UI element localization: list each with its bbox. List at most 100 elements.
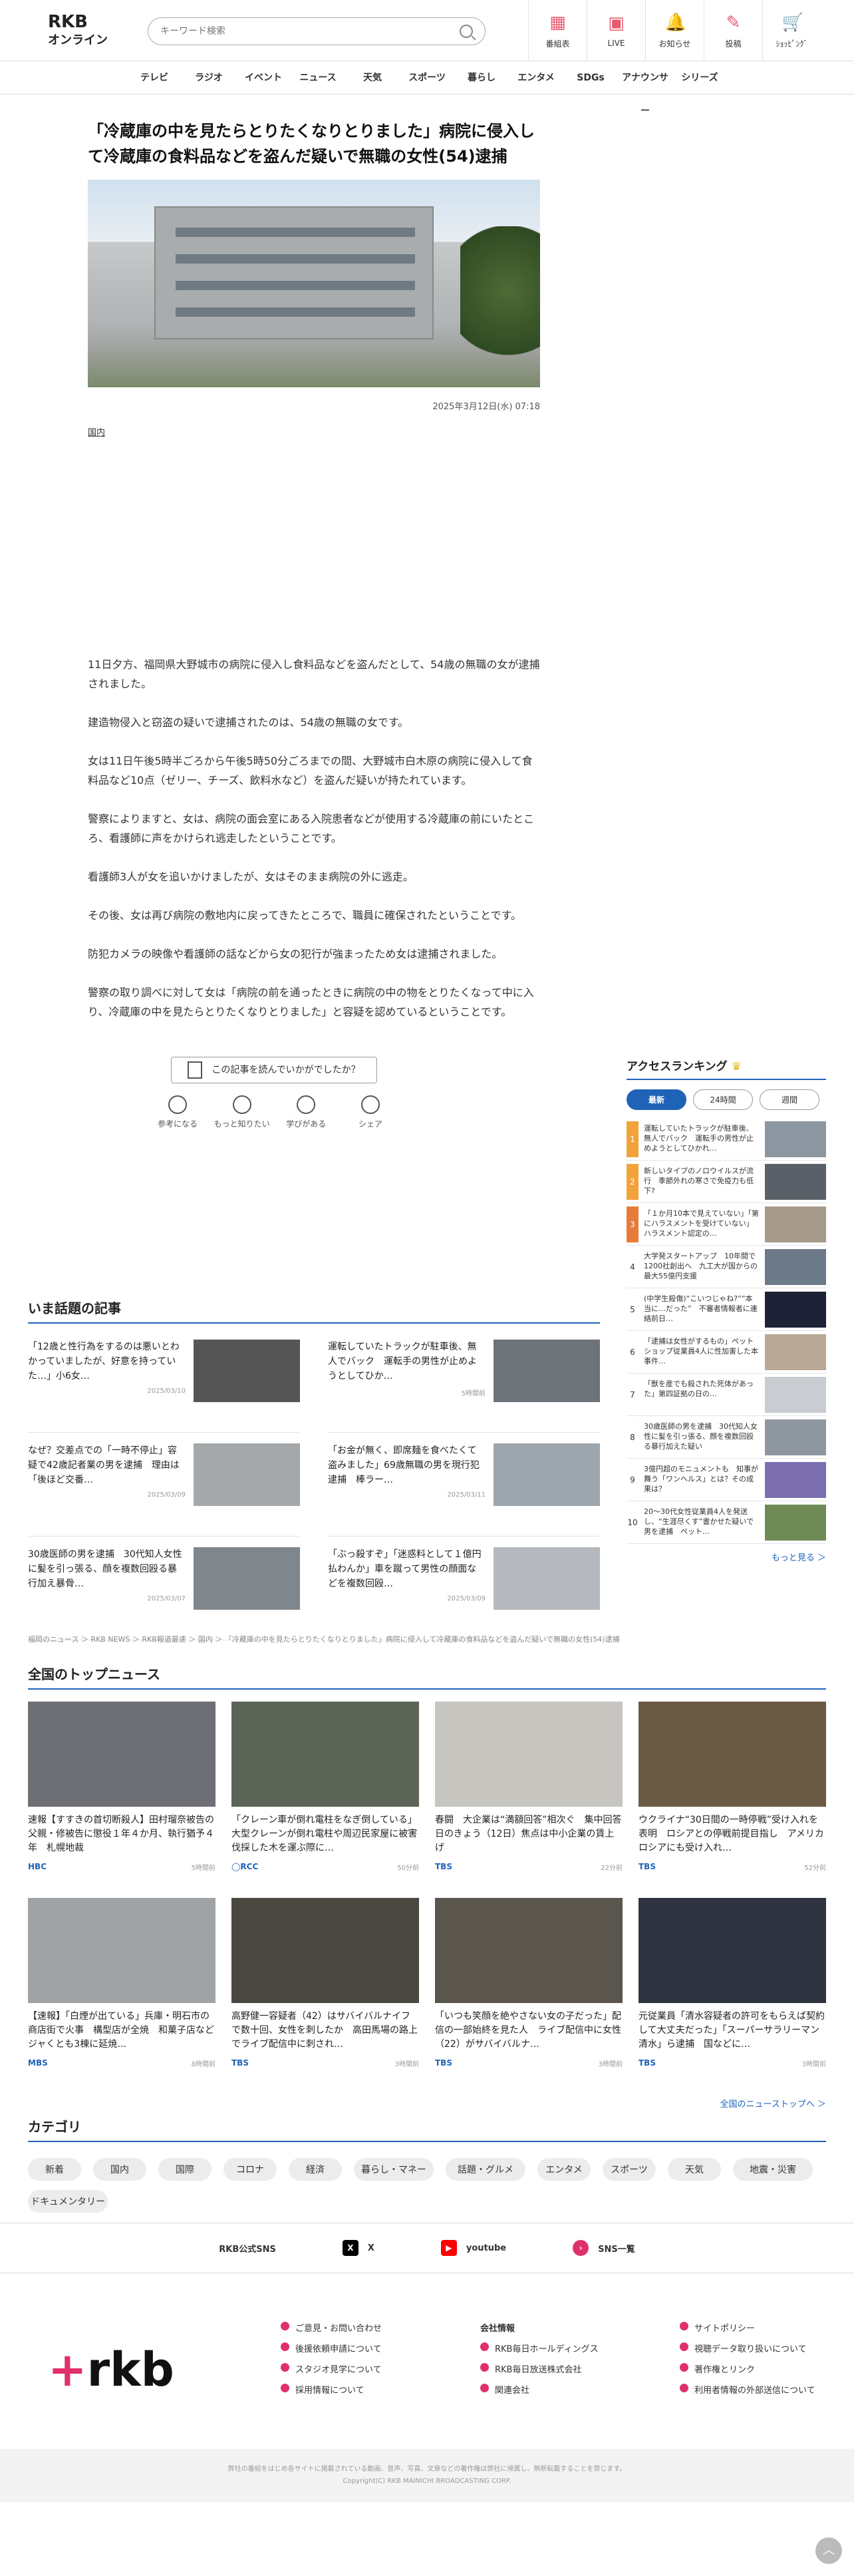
back-to-top-button[interactable]: ︿ bbox=[815, 2537, 842, 2564]
tab-24h[interactable]: 24時間 bbox=[693, 1089, 753, 1110]
tab-latest[interactable]: 最新 bbox=[627, 1089, 686, 1110]
reaction-know-more-button[interactable]: もっと知りたい bbox=[212, 1095, 272, 1129]
list-item[interactable]: 5 (中学生殺傷)“こいつじゃね?”“本当に…だった” 不審者情報者に連絡前日… bbox=[627, 1288, 826, 1331]
footer-link[interactable]: 関連会社 bbox=[480, 2383, 653, 2396]
list-item[interactable]: 8 30歳医師の男を逮捕 30代知人女性に髪を引っ張る、顔を複数回殴る暴行加えた疑… bbox=[627, 1416, 826, 1459]
sns-list-link[interactable]: › SNS一覧 bbox=[573, 2240, 635, 2256]
list-item[interactable]: 10 20～30代女性従業員4人を発送し、“生涯尽くす”書かせた疑いで男を逮捕 ペ… bbox=[627, 1501, 826, 1544]
news-age: 8時間前 bbox=[191, 2061, 215, 2068]
list-item[interactable]: 9 3億円超のモニュメントも 知事が舞う「ワンヘルス」とは？その成果は？ bbox=[627, 1459, 826, 1501]
reaction-helpful-button[interactable]: 参考になる bbox=[148, 1095, 208, 1129]
nav-series[interactable]: シリーズ bbox=[672, 61, 727, 94]
nav-event[interactable]: イベント bbox=[236, 61, 291, 94]
footer-link[interactable]: 利用者情報の外部送信について bbox=[680, 2383, 853, 2396]
header-post[interactable]: ✎ 投稿 bbox=[704, 0, 762, 61]
nav-tv[interactable]: テレビ bbox=[127, 61, 182, 94]
share-button[interactable]: シェア bbox=[341, 1095, 400, 1129]
news-card[interactable]: 【速報】「白煙が出ている」兵庫・明石市の商店街で火事 構型店が全焼 和菓子店など… bbox=[28, 1898, 215, 2088]
header-shopping[interactable]: 🛒 ｼｮｯﾋﾟﾝｸﾞ bbox=[762, 0, 821, 61]
category-chip[interactable]: コロナ bbox=[223, 2158, 277, 2181]
categories: カテゴリ 新着 国内 国際 コロナ 経済 暮らし・マネー 話題・グルメ エンタメ スポーツ 天気地… bbox=[28, 2116, 826, 2213]
news-card[interactable]: ウクライナ“30日間の一時停戦”受け入れを表明 ロシアとの停戦前提目指し アメリ… bbox=[639, 1702, 826, 1891]
article-paragraph: 防犯カメラの映像や看護師の話などから女の犯行が強まったため女は逮捕されました。 bbox=[88, 948, 503, 960]
category-chip[interactable]: 話題・グルメ bbox=[446, 2158, 525, 2181]
nav-weather[interactable]: 天気 bbox=[345, 61, 400, 94]
list-item[interactable]: 7 「獣を産でも殺された死体があった」第四証拠の日の… bbox=[627, 1374, 826, 1416]
category-chip[interactable]: 天気 bbox=[668, 2158, 721, 2181]
list-item[interactable]: 2 新しいタイプのノロウイルスが流行 季節外れの寒さで免疫力も低下? bbox=[627, 1161, 826, 1203]
footer-link[interactable]: スタジオ見学について bbox=[281, 2362, 454, 2375]
news-card[interactable]: 高野健一容疑者（42）はサバイバルナイフで数十回、女性を刺したか 高田馬場の路上… bbox=[231, 1898, 419, 2088]
nav-sdgs[interactable]: SDGs bbox=[563, 61, 618, 94]
tab-weekly[interactable]: 週間 bbox=[760, 1089, 819, 1110]
news-source: ◯RCC bbox=[231, 1862, 259, 1871]
search-input[interactable] bbox=[160, 26, 460, 37]
sns-x-link[interactable]: XX bbox=[342, 2240, 374, 2256]
news-card[interactable]: 元従業員「清水容疑者の許可をもらえば契約して大丈夫だった」「スーパーサラリーマン… bbox=[639, 1898, 826, 2088]
list-item[interactable]: 1 運転していたトラックが駐車後、無人でバック 運転手の男性が止めようとしてひかれ… bbox=[627, 1118, 826, 1161]
reaction-learned-button[interactable]: 学びがある bbox=[276, 1095, 336, 1129]
category-chip[interactable]: 国内 bbox=[93, 2158, 146, 2181]
list-item[interactable]: 「ぶっ殺すぞ」「迷惑料として１億円払わんか」車を蹴って男性の顔面などを複数回殴…… bbox=[328, 1537, 600, 1640]
category-chip[interactable]: 国際 bbox=[158, 2158, 212, 2181]
category-chip[interactable]: 地震・災害 bbox=[733, 2158, 813, 2181]
footer-logo[interactable]: +rkb bbox=[48, 2289, 254, 2449]
footer-link[interactable]: サイトポリシー bbox=[680, 2321, 853, 2334]
article-category[interactable]: 国内 bbox=[88, 425, 540, 438]
list-item[interactable]: なぜ？交差点での「一時不停止」容疑で42歳記者業の男を逮捕 理由は「後ほど交番…… bbox=[28, 1433, 300, 1537]
list-item[interactable]: 6 「逮捕は女性がするもの」ペットショップ従業員4人に性加害した本事件… bbox=[627, 1331, 826, 1374]
footer-link[interactable]: RKB毎日放送株式会社 bbox=[480, 2362, 653, 2375]
article: 「冷蔵庫の中を見たらとりたくなりとりました」病院に侵入して冷蔵庫の食料品などを盗… bbox=[88, 118, 540, 1018]
category-chip[interactable]: 経済 bbox=[289, 2158, 342, 2181]
nav-life[interactable]: 暮らし bbox=[454, 61, 509, 94]
ranking-more-link[interactable]: もっと見る ＞ bbox=[627, 1551, 826, 1563]
article-title: 「冷蔵庫の中を見たらとりたくなりとりました」病院に侵入して冷蔵庫の食料品などを盗… bbox=[88, 122, 535, 166]
national-more-link[interactable]: 全国のニューストップへ ＞ bbox=[28, 2097, 826, 2110]
sns-youtube-link[interactable]: ▶ youtube bbox=[440, 2240, 506, 2256]
ranking-title: アクセスランキング ♛ bbox=[627, 1057, 826, 1080]
footer-link[interactable]: 著作権とリンク bbox=[680, 2362, 853, 2375]
nav-announcer[interactable]: アナウンサー bbox=[618, 61, 672, 116]
tree-image bbox=[460, 226, 540, 386]
category-chip[interactable]: ドキュメンタリー bbox=[28, 2190, 108, 2213]
list-item[interactable]: 「12歳と性行為をするのは悪いとわかっていましたが、好意を持っていた…」小6女…… bbox=[28, 1329, 300, 1433]
x-icon: X bbox=[342, 2240, 358, 2256]
search-box[interactable] bbox=[148, 17, 486, 45]
nav-radio[interactable]: ラジオ bbox=[182, 61, 236, 94]
footer-link[interactable]: ご意見・お問い合わせ bbox=[281, 2321, 454, 2334]
header-notice[interactable]: 🔔 お知らせ bbox=[645, 0, 704, 61]
category-chip[interactable]: エンタメ bbox=[537, 2158, 591, 2181]
footer-link[interactable]: 後援依頼申請について bbox=[281, 2342, 454, 2354]
header-program-guide[interactable]: ▦ 番組表 bbox=[528, 0, 587, 61]
news-card[interactable]: 「いつも笑顔を絶やさない女の子だった」配信の一部始終を見た人 ライブ配信中に女性… bbox=[435, 1898, 623, 2088]
nav-news[interactable]: ニュース bbox=[291, 61, 345, 94]
header-live[interactable]: ▣ LIVE bbox=[587, 0, 645, 61]
news-card[interactable]: 春闘 大企業は“満額回答”相次ぐ 集中回答日のきょう（12日）焦点は中小企業の賃… bbox=[435, 1702, 623, 1891]
list-item[interactable]: 「お金が無く、即席麺を食べたくて盗みました」69歳無職の男を現行犯逮捕 棒ラー…… bbox=[328, 1433, 600, 1537]
share-icon bbox=[360, 1095, 380, 1114]
site-logo[interactable]: RKB オンライン bbox=[0, 13, 113, 48]
reaction-question: この記事を読んでいかがでしたか？ bbox=[171, 1057, 377, 1083]
category-chip[interactable]: スポーツ bbox=[603, 2158, 656, 2181]
list-item[interactable]: 運転していたトラックが駐車後、無人でバック 運転手の男性が止めようとしてひか… 5… bbox=[328, 1329, 600, 1433]
breadcrumb[interactable]: 福岡のニュース ＞ RKB NEWS ＞ RKB報道最速 ＞ 国内 ＞ 「冷蔵庫… bbox=[28, 1634, 826, 1644]
list-item[interactable]: 30歳医師の男を逮捕 30代知人女性に髪を引っ張る、顔を複数回殴る暴行加え暴骨…… bbox=[28, 1537, 300, 1640]
nav-sports[interactable]: スポーツ bbox=[400, 61, 454, 94]
category-chip[interactable]: 新着 bbox=[28, 2158, 81, 2181]
footer-link[interactable]: 視聴データ取り扱いについて bbox=[680, 2342, 853, 2354]
hot-thumbnail bbox=[494, 1547, 600, 1610]
nav-entertainment[interactable]: エンタメ bbox=[509, 61, 563, 94]
category-chip[interactable]: 暮らし・マネー bbox=[354, 2158, 434, 2181]
list-item[interactable]: 3 「１か月10本で見えていない」「第にハラスメントを受けていない」ハラスメント認… bbox=[627, 1203, 826, 1246]
search-icon[interactable] bbox=[460, 25, 473, 38]
footer-link[interactable]: RKB毎日ホールディングス bbox=[480, 2342, 653, 2354]
news-card[interactable]: 速報【すすきの首切断殺人】田村瑠奈被告の父親・修被告に懲役１年４か月、執行猶予４… bbox=[28, 1702, 215, 1891]
hot-thumbnail bbox=[194, 1340, 300, 1402]
ranking-thumbnail bbox=[765, 1206, 826, 1242]
ranking-thumbnail bbox=[765, 1248, 826, 1285]
list-item[interactable]: 4 大学発スタートアップ 10年間で1200社創出へ 九工大が国からの最大55億円… bbox=[627, 1246, 826, 1288]
article-paragraph: 女は11日午後5時半ごろから午後5時50分ごろまでの間、大野城市白木原の病院に侵… bbox=[88, 755, 533, 787]
news-card[interactable]: 「クレーン車が倒れ電柱をなぎ倒している」大型クレーンが倒れ電柱や周辺民家屋に被害… bbox=[231, 1702, 419, 1891]
news-source: HBC bbox=[28, 1862, 47, 1871]
footer-link[interactable]: 採用情報について bbox=[281, 2383, 454, 2396]
